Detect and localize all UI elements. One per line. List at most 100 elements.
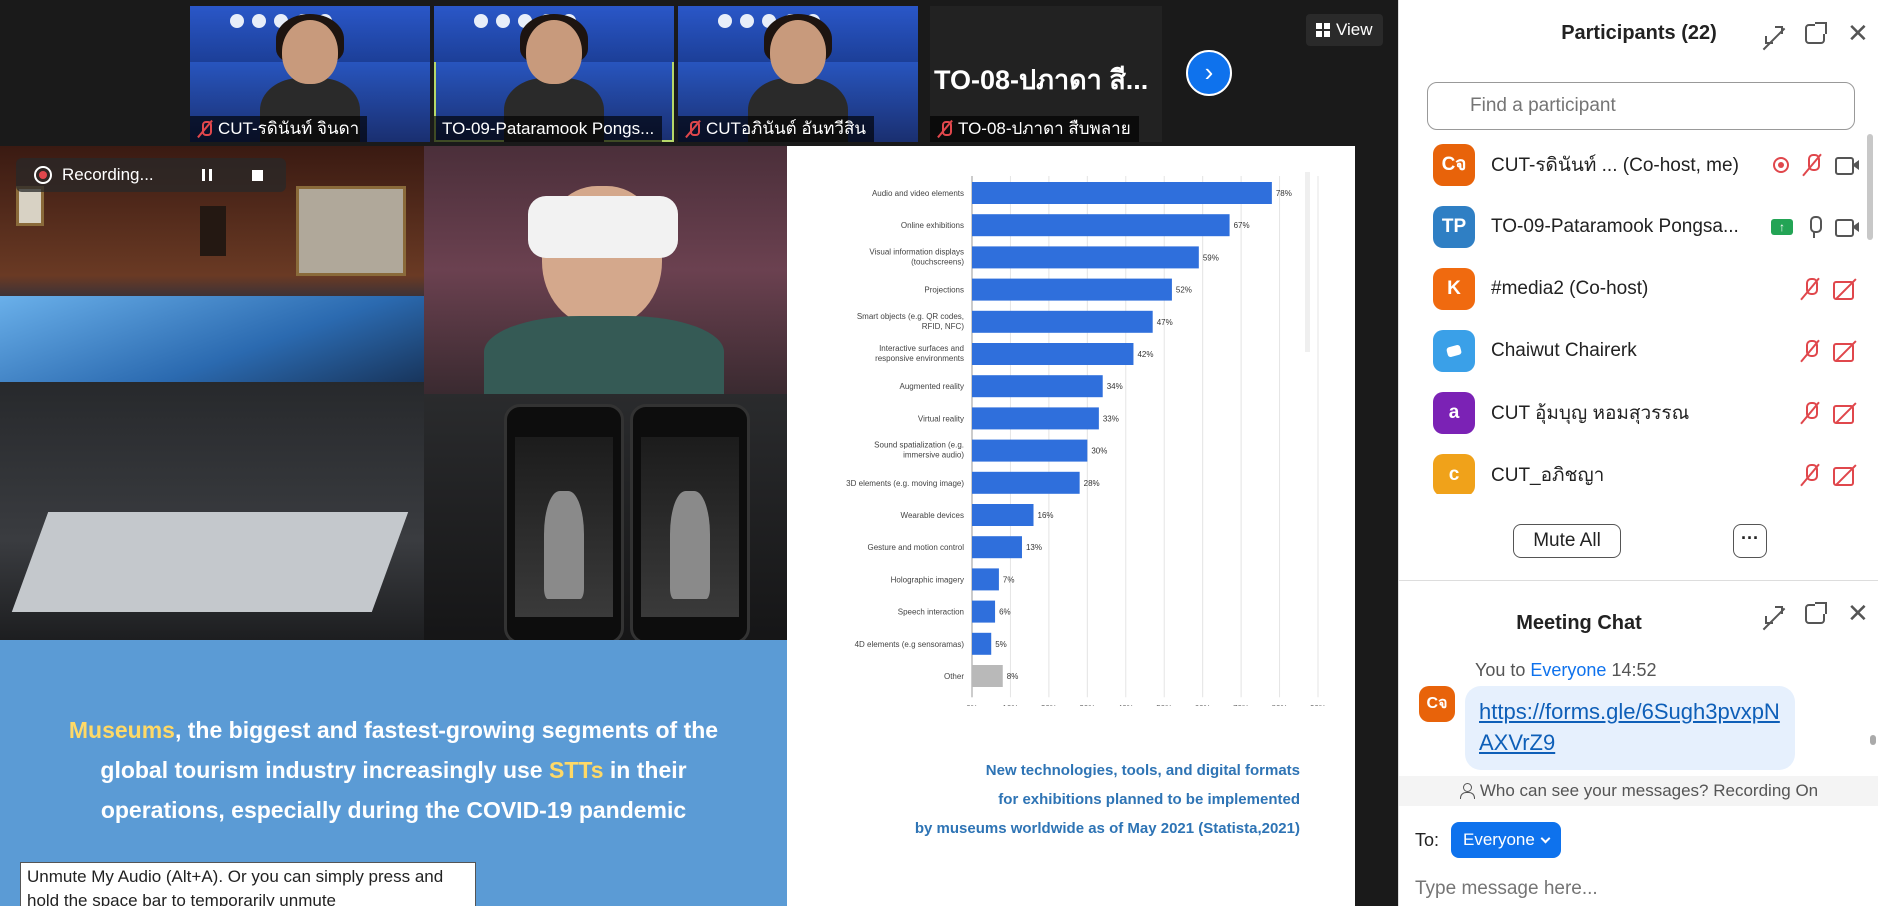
category-label: responsive environments	[875, 354, 964, 363]
participant-row[interactable]: K #media2 (Co-host)	[1399, 258, 1861, 320]
close-icon[interactable]: ✕	[1847, 600, 1869, 626]
mic-icon[interactable]	[1807, 216, 1822, 238]
bar-value-label: 47%	[1157, 318, 1173, 327]
tile-name: CUT-รดินันท์ จินดา	[218, 119, 360, 138]
category-label: Holographic imagery	[891, 575, 964, 584]
chart-bar	[972, 375, 1103, 398]
more-options-button[interactable]: ···	[1733, 524, 1767, 558]
chat-message-meta: You to Everyone 14:52	[1475, 660, 1657, 681]
app-logo-icon	[1445, 344, 1463, 358]
participants-header: Participants (22) ✕	[1399, 0, 1878, 60]
avatar: c	[1433, 454, 1475, 494]
x-tick-label: 50%	[1156, 704, 1172, 706]
chat-link[interactable]: https://forms.gle/6Sugh3pvxpNAXVrZ9	[1479, 699, 1780, 755]
bar-value-label: 8%	[1007, 672, 1019, 681]
meeting-view: CUT-รดินันท์ จินดา TO-09-Pataramook Pongs…	[0, 0, 1398, 906]
next-page-button[interactable]: ›	[1186, 50, 1232, 96]
chat-to-recipient[interactable]: Everyone	[1530, 660, 1606, 680]
chat-visibility-note[interactable]: Who can see your messages? Recording On	[1399, 776, 1878, 806]
chat-message-input[interactable]	[1415, 872, 1855, 906]
camera-off-icon[interactable]	[1833, 340, 1859, 362]
collapse-icon[interactable]	[1763, 24, 1785, 46]
mic-off-icon[interactable]	[1801, 340, 1819, 362]
record-icon	[34, 166, 52, 184]
bar-value-label: 7%	[1003, 575, 1015, 584]
visibility-text: Who can see your messages? Recording On	[1479, 781, 1819, 800]
camera-icon[interactable]	[1835, 157, 1859, 175]
participant-scrollbar[interactable]	[1865, 134, 1875, 494]
participant-tile-speaker[interactable]: TO-08-ปภาดา สี... TO-08-ปภาดา สืบพลาย	[930, 6, 1162, 142]
bar-value-label: 13%	[1026, 543, 1042, 552]
chat-scrollbar[interactable]	[1869, 645, 1877, 771]
participant-row[interactable]: c CUT_อภิชญา	[1399, 444, 1861, 494]
participant-row[interactable]: Chaiwut Chairerk	[1399, 320, 1861, 382]
chart-bar	[972, 665, 1003, 687]
close-icon[interactable]: ✕	[1847, 20, 1869, 46]
chart-bar	[972, 536, 1022, 559]
participant-row[interactable]: TP TO-09-Pataramook Pongsa... ↑	[1399, 196, 1861, 258]
chart-bar	[972, 504, 1034, 526]
participant-name: #media2 (Co-host)	[1491, 278, 1649, 299]
participant-row[interactable]: a CUT อุ้มบุญ หอมสุวรรณ	[1399, 382, 1861, 444]
bar-value-label: 33%	[1103, 414, 1119, 423]
camera-icon[interactable]	[1835, 219, 1859, 237]
camera-off-icon[interactable]	[1833, 464, 1859, 486]
stop-recording-icon[interactable]	[251, 169, 263, 181]
popout-icon[interactable]	[1805, 602, 1827, 624]
participant-name: CUT-รดินันท์ ... (Co-host, me)	[1491, 155, 1739, 176]
chat-recipient-select[interactable]: Everyone	[1451, 822, 1561, 858]
participant-list: Cจ CUT-รดินันท์ ... (Co-host, me) TP TO-09-…	[1399, 134, 1861, 494]
participant-tile[interactable]: CUTอภินันต์ อันทวีสิน	[678, 6, 918, 142]
chart-bar	[972, 439, 1088, 462]
avatar: Cจ	[1419, 686, 1455, 722]
find-participant-input[interactable]	[1427, 82, 1855, 130]
popout-icon[interactable]	[1805, 22, 1827, 44]
avatar: Cจ	[1433, 144, 1475, 186]
participant-name: Chaiwut Chairerk	[1491, 340, 1637, 361]
collapse-icon[interactable]	[1763, 604, 1785, 626]
bar-chart-svg: 0% 10% 20% 30% 40% 50% 60% 70% 80% 90% 78% Audio an…	[846, 172, 1326, 706]
camera-off-icon[interactable]	[1833, 278, 1859, 300]
participant-tile[interactable]: TO-09-Pataramook Pongs...	[434, 6, 674, 142]
pause-recording-icon[interactable]	[201, 169, 212, 181]
participant-controls	[1801, 402, 1859, 424]
mic-off-icon[interactable]	[1801, 402, 1819, 424]
participant-row[interactable]: Cจ CUT-รดินันท์ ... (Co-host, me)	[1399, 134, 1861, 196]
view-button[interactable]: View	[1306, 14, 1383, 46]
category-label: Gesture and motion control	[868, 543, 965, 552]
mic-off-icon	[938, 120, 952, 138]
bar-value-label: 16%	[1038, 511, 1054, 520]
category-label: Visual information displays	[869, 247, 964, 256]
category-label: Other	[944, 672, 964, 681]
mic-off-icon	[686, 120, 700, 138]
avatar: a	[1433, 392, 1475, 434]
speaker-display-name: TO-08-ปภาดา สี...	[934, 65, 1149, 95]
camera-off-icon[interactable]	[1833, 402, 1859, 424]
tile-name-label: CUTอภินันต์ อันทวีสิน	[678, 116, 874, 142]
participant-name: TO-09-Pataramook Pongsa...	[1491, 216, 1739, 237]
highlighted-text: Museums	[68, 717, 175, 743]
mic-off-icon[interactable]	[1801, 278, 1819, 300]
mic-off-icon[interactable]	[1803, 154, 1821, 176]
bar-value-label: 78%	[1276, 189, 1292, 198]
chat-from: You to	[1475, 660, 1531, 680]
chart-bar	[972, 182, 1272, 204]
participant-controls	[1801, 278, 1859, 300]
category-label: Audio and video elements	[872, 189, 964, 198]
mute-all-button[interactable]: Mute All	[1513, 524, 1621, 558]
category-label: Virtual reality	[918, 414, 964, 423]
bar-value-label: 59%	[1203, 253, 1219, 262]
x-tick-label: 60%	[1195, 704, 1211, 706]
vr-headset-photo	[424, 146, 787, 394]
mic-off-icon[interactable]	[1801, 464, 1819, 486]
participant-tile[interactable]: CUT-รดินันท์ จินดา	[190, 6, 430, 142]
grid-icon	[1316, 23, 1330, 37]
chevron-right-icon: ›	[1204, 57, 1214, 87]
category-label: Sound spatialization (e.g.	[874, 441, 964, 450]
chart-bar	[972, 568, 999, 591]
chart-bar	[972, 214, 1230, 237]
chart-bar	[972, 310, 1153, 333]
bar-value-label: 67%	[1234, 221, 1250, 230]
caption-line: by museums worldwide as of May 2021 (Sta…	[914, 820, 1300, 837]
category-label: Online exhibitions	[901, 221, 964, 230]
